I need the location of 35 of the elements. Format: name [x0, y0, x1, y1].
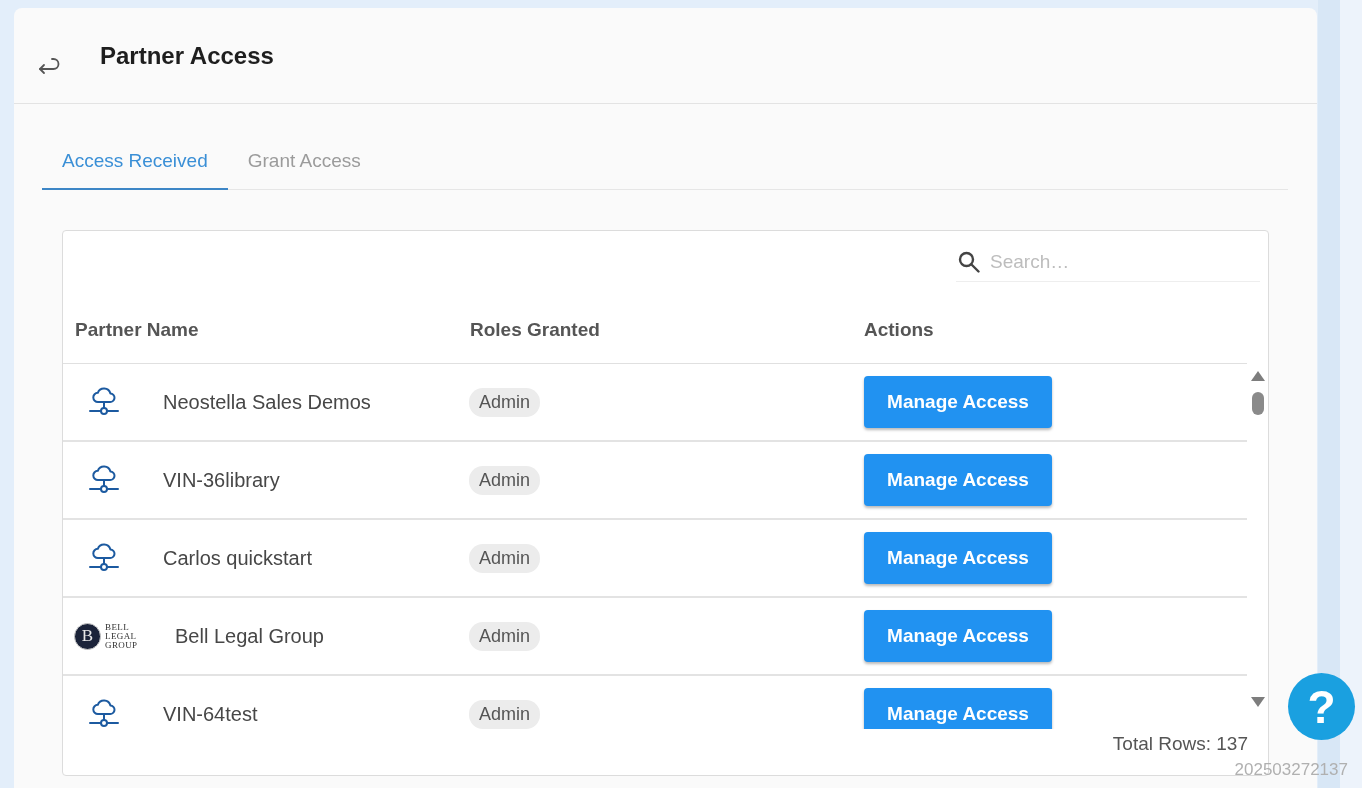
cloud-network-icon — [88, 543, 120, 573]
search-icon — [958, 250, 980, 273]
logo-wordmark: BELL LEGAL GROUP — [105, 622, 139, 650]
logo-initial: B — [74, 622, 101, 650]
partner-name: VIN-36library — [163, 468, 280, 492]
cloud-network-icon — [88, 387, 120, 417]
partner-name: VIN-64test — [163, 702, 258, 726]
role-badge: Admin — [469, 387, 541, 417]
manage-access-button[interactable]: Manage Access — [864, 610, 1052, 662]
role-badge: Admin — [469, 543, 541, 573]
manage-access-button[interactable]: Manage Access — [864, 376, 1052, 428]
cloud-network-icon — [88, 699, 120, 729]
scrollbar-thumb[interactable] — [1251, 392, 1264, 415]
cloud-network-icon — [88, 465, 120, 495]
column-header: Actions — [864, 318, 935, 341]
manage-access-button[interactable]: Manage Access — [864, 688, 1052, 729]
manage-access-button[interactable]: Manage Access — [864, 532, 1052, 584]
column-header: Partner Name — [75, 318, 200, 341]
manage-access-button[interactable]: Manage Access — [864, 454, 1052, 506]
tab[interactable]: Access Received — [42, 140, 228, 190]
partner-name: Carlos quickstart — [163, 546, 312, 570]
build-number-label: 202503272137 — [1234, 761, 1348, 779]
total-rows: Total Rows: 137 — [1112, 733, 1248, 755]
partner-name: Bell Legal Group — [175, 624, 324, 648]
role-badge: Admin — [469, 699, 541, 729]
back-arrow-icon[interactable] — [38, 56, 60, 75]
tab[interactable]: Grant Access — [227, 140, 381, 190]
role-badge: Admin — [469, 621, 541, 651]
role-badge: Admin — [469, 465, 541, 495]
column-header: Roles Granted — [470, 318, 601, 341]
search-field[interactable]: Search… — [990, 244, 1260, 279]
scroll-down-arrow-icon[interactable] — [1250, 697, 1265, 707]
scroll-up-arrow-icon[interactable] — [1250, 371, 1265, 381]
page-title: Partner Access — [100, 41, 274, 70]
partner-name: Neostella Sales Demos — [163, 390, 371, 414]
